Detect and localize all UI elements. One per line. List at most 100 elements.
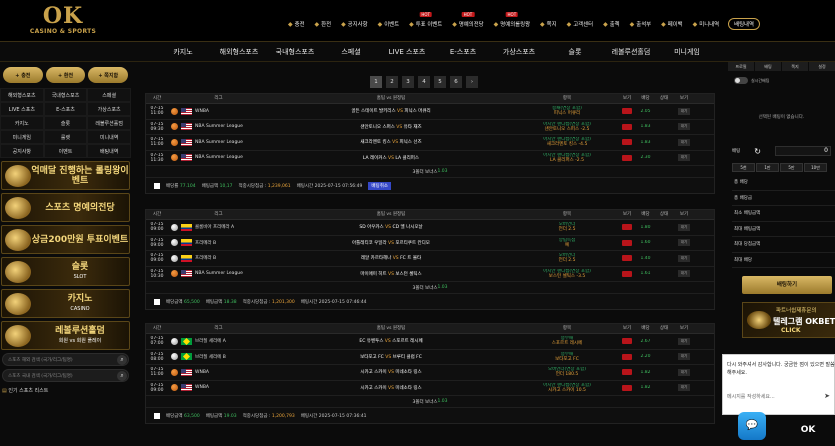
category-item[interactable]: 국내형스포츠: [43, 88, 88, 102]
quick-amount-button[interactable]: 5만: [780, 163, 803, 172]
topnav-item-5[interactable]: ◆ 명예의전당 HOT: [447, 12, 488, 30]
send-icon[interactable]: ➤: [824, 392, 830, 400]
main-menu-item[interactable]: 카지노: [155, 43, 211, 61]
topnav-item-3[interactable]: ◆ 이벤트: [373, 18, 405, 30]
category-item[interactable]: 해외형스포츠: [0, 88, 44, 102]
category-item[interactable]: 슬롯: [43, 116, 88, 130]
quick-amount-button[interactable]: 1만: [756, 163, 779, 172]
view-cell: [618, 139, 636, 146]
eye-icon[interactable]: [622, 384, 632, 391]
cancel-bet-button[interactable]: 배팅취소: [368, 181, 391, 190]
auth-button[interactable]: + 환전: [45, 67, 86, 83]
eye-icon[interactable]: [622, 353, 632, 360]
eye-icon[interactable]: [622, 123, 632, 130]
right-tab[interactable]: 설정: [809, 62, 835, 71]
chat-input[interactable]: 메시지를 작성하세요...: [727, 393, 775, 400]
topnav-item-2[interactable]: ◆ 공지사항: [336, 18, 372, 30]
topnav-item-13[interactable]: 배팅내역: [728, 18, 760, 30]
right-tab[interactable]: 프로필: [728, 62, 754, 71]
main-menu-item[interactable]: E-스포츠: [435, 43, 491, 61]
bet-amount-input[interactable]: 0: [774, 146, 831, 156]
main-menu-item[interactable]: 미니게임: [659, 43, 715, 61]
main-menu-item[interactable]: 스페셜: [323, 43, 379, 61]
topnav-item-4[interactable]: ◆ 투표 이벤트 HOT: [404, 12, 447, 30]
logo[interactable]: OK CASINO & SPORTS: [28, 4, 98, 35]
select-checkbox[interactable]: [154, 182, 160, 189]
promo-banner[interactable]: 억매달 진행하는 롤링왕이벤트: [1, 161, 130, 190]
column-header-time: 시간: [152, 96, 162, 101]
bet-selection: 승무패 스포르트 레시페: [516, 336, 618, 346]
popular-sports-list[interactable]: ▤ 인기 스포츠 리스트: [0, 387, 131, 394]
category-item[interactable]: LIVE 스포츠: [0, 102, 44, 116]
select-checkbox[interactable]: [154, 298, 160, 305]
category-item[interactable]: 배팅내역: [87, 144, 131, 158]
eye-icon[interactable]: [622, 270, 632, 277]
eye-icon[interactable]: [622, 239, 632, 246]
page-button[interactable]: 1: [370, 76, 382, 88]
quick-amount-button[interactable]: 10만: [804, 163, 827, 172]
chat-launcher-button[interactable]: 💬: [738, 412, 766, 440]
category-item[interactable]: 이벤트: [43, 144, 88, 158]
auth-button[interactable]: + 충전: [3, 67, 43, 83]
category-item[interactable]: 스페셜: [87, 88, 131, 102]
category-item[interactable]: E-스포츠: [43, 102, 88, 116]
main-menu-item[interactable]: 레볼루션홀덤: [603, 43, 659, 61]
ok-floating-button[interactable]: OK: [785, 418, 831, 442]
quick-amount-button[interactable]: 5천: [732, 163, 755, 172]
category-item[interactable]: 카지노: [0, 116, 44, 130]
search-icon[interactable]: ⌕: [117, 355, 127, 365]
topnav-item-0[interactable]: ◆ 충전: [283, 18, 310, 30]
promo-banner[interactable]: 상금200만원 투표이벤트: [1, 225, 130, 254]
page-button[interactable]: 3: [402, 76, 414, 88]
bet-pick: 언더 2.5: [558, 258, 576, 264]
topnav-label: 투표 이벤트: [415, 22, 443, 28]
eye-icon[interactable]: [622, 255, 632, 262]
eye-icon[interactable]: [622, 154, 632, 161]
promo-banner[interactable]: 레볼루션홀덤 회원 vs 회원 플레이: [1, 321, 130, 350]
auth-button[interactable]: + 쪽지함: [88, 67, 129, 83]
refresh-icon[interactable]: ↻: [754, 147, 761, 156]
main-menu-item[interactable]: LIVE 스포츠: [379, 43, 435, 61]
right-tab[interactable]: 쪽지: [782, 62, 808, 71]
category-item[interactable]: 공지사항: [0, 144, 44, 158]
page-button[interactable]: 2: [386, 76, 398, 88]
category-item[interactable]: 가상스포츠: [87, 102, 131, 116]
topnav-item-9[interactable]: ◆ 출첵: [598, 18, 625, 30]
eye-icon[interactable]: [622, 369, 632, 376]
promo-banner[interactable]: 슬롯 SLOT: [1, 257, 130, 286]
eye-icon[interactable]: [622, 338, 632, 345]
place-bet-button[interactable]: 배팅하기: [742, 276, 832, 294]
search-input[interactable]: 스포츠 국내 검색 (국가/리그/팀명) ⌕: [2, 369, 129, 382]
topnav-item-6[interactable]: ◆ 명예의롤링왕 HOT: [489, 12, 535, 30]
eye-icon[interactable]: [622, 139, 632, 146]
select-checkbox[interactable]: [154, 412, 160, 419]
main-menu-item[interactable]: 해외형스포츠: [211, 43, 267, 61]
main-menu-item[interactable]: 슬롯: [547, 43, 603, 61]
topnav-item-1[interactable]: ◆ 환전: [310, 18, 337, 30]
topnav-item-8[interactable]: ◆ 고객센터: [562, 18, 598, 30]
page-button[interactable]: 4: [418, 76, 430, 88]
search-input[interactable]: 스포츠 해외 검색 (국가/리그/팀명) ⌕: [2, 353, 129, 366]
category-item[interactable]: 룰렛: [43, 130, 88, 144]
category-item[interactable]: 레볼루션홀덤: [87, 116, 131, 130]
topnav-item-10[interactable]: ◆ 출석부: [625, 18, 657, 30]
live-bet-toggle[interactable]: 실시간배팅: [734, 77, 835, 84]
promo-banner[interactable]: 카지노 CASINO: [1, 289, 130, 318]
page-button[interactable]: ›: [466, 76, 478, 88]
partnership-banner[interactable]: 파트너쉽제휴문의 텔레그램 OKBET CLICK: [742, 302, 835, 338]
eye-icon[interactable]: [622, 108, 632, 115]
promo-banner[interactable]: 스포츠 명예의전당: [1, 193, 130, 222]
category-item[interactable]: 미니내역: [87, 130, 131, 144]
page-button[interactable]: 5: [434, 76, 446, 88]
topnav-item-7[interactable]: ◆ 쪽지: [535, 18, 562, 30]
right-tab[interactable]: 배팅: [755, 62, 781, 71]
main-menu-item[interactable]: 국내형스포츠: [267, 43, 323, 61]
topnav-item-11[interactable]: ◆ 페이백: [656, 18, 688, 30]
topnav-item-12[interactable]: ◆ 미니내역: [688, 18, 724, 30]
category-item[interactable]: 미니게임: [0, 130, 44, 144]
toggle-switch[interactable]: [734, 77, 748, 84]
eye-icon[interactable]: [622, 224, 632, 231]
main-menu-item[interactable]: 가상스포츠: [491, 43, 547, 61]
page-button[interactable]: 6: [450, 76, 462, 88]
search-icon[interactable]: ⌕: [117, 371, 127, 381]
